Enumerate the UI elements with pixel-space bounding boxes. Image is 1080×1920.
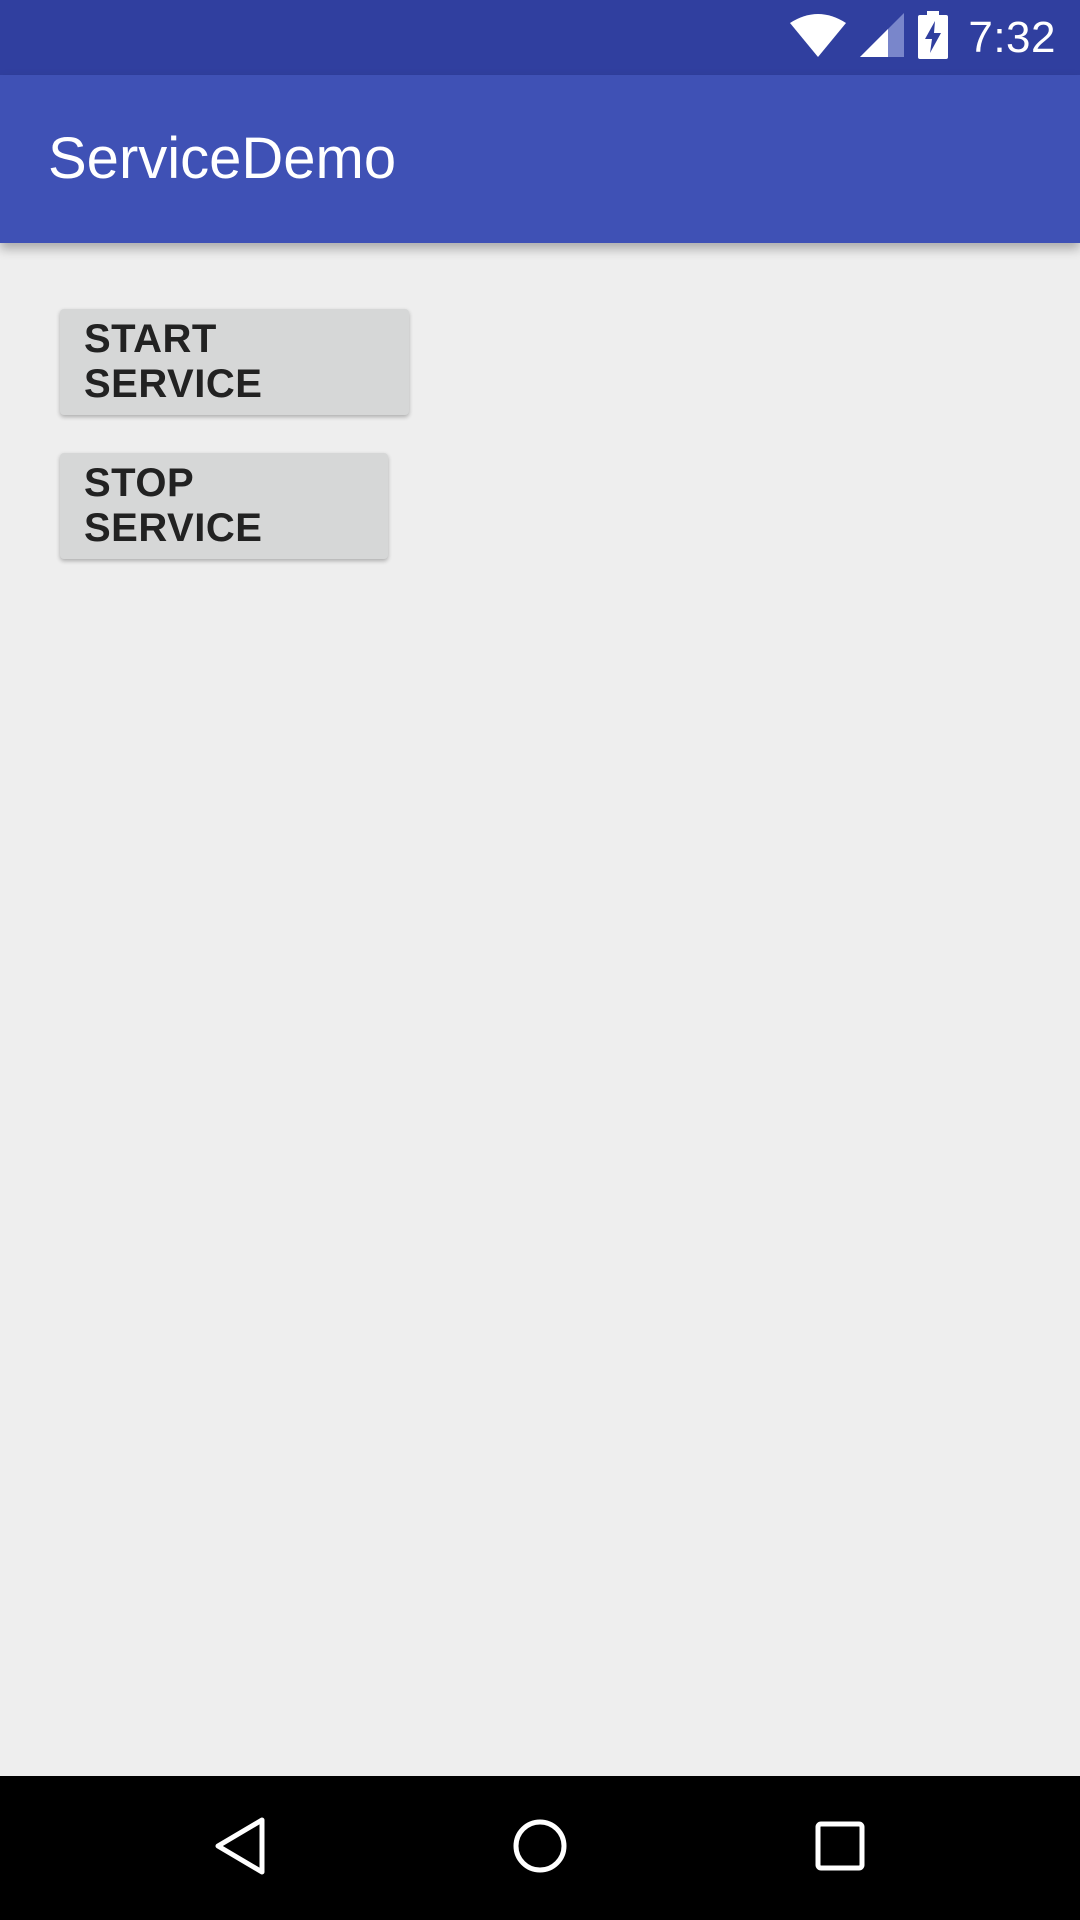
recents-icon xyxy=(814,1820,866,1877)
status-time: 7:32 xyxy=(968,12,1056,62)
battery-charging-icon xyxy=(918,11,949,64)
app-title: ServiceDemo xyxy=(48,126,397,191)
navigation-bar xyxy=(0,1776,1080,1920)
home-button[interactable] xyxy=(440,1776,640,1920)
home-icon xyxy=(512,1818,568,1879)
back-icon xyxy=(212,1816,268,1881)
status-icons: 7:32 xyxy=(790,0,1056,75)
stop-service-button[interactable]: STOP SERVICE xyxy=(60,453,388,559)
recents-button[interactable] xyxy=(740,1776,940,1920)
wifi-icon xyxy=(790,13,847,62)
signal-icon xyxy=(860,13,905,62)
status-bar: 7:32 xyxy=(0,0,1080,75)
screen: 7:32 ServiceDemo START SERVICE STOP SERV… xyxy=(0,0,1080,1920)
app-bar: ServiceDemo xyxy=(0,75,1080,243)
back-button[interactable] xyxy=(140,1776,340,1920)
start-service-button[interactable]: START SERVICE xyxy=(60,309,409,415)
